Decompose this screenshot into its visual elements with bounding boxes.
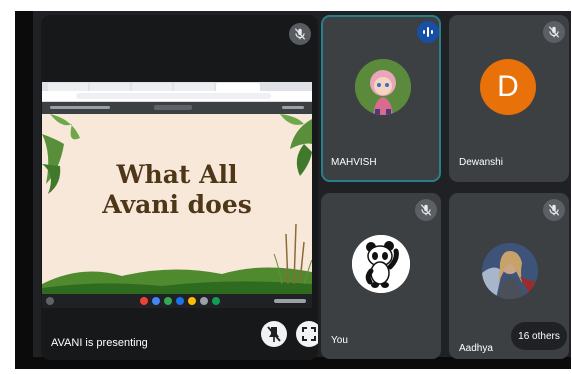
participant-tile-mahvish[interactable]: MAHVISH (321, 15, 441, 182)
audio-wave-icon (417, 21, 439, 43)
left-edge (15, 11, 33, 369)
participant-tile-dewanshi[interactable]: D Dewanshi (449, 15, 569, 182)
participant-name: You (331, 335, 348, 346)
mic-off-icon (543, 199, 565, 221)
avatar (352, 235, 410, 293)
meeting-grid: What All Avani does AVANI is presenting (15, 11, 571, 369)
fullscreen-button[interactable] (296, 321, 318, 347)
avatar (355, 59, 411, 115)
avatar-letter: D (497, 70, 519, 103)
avatar: D (480, 59, 536, 115)
screenshot: What All Avani does AVANI is presenting (0, 0, 572, 374)
pdf-toolbar (42, 102, 312, 114)
fullscreen-icon (302, 327, 316, 341)
others-count-button[interactable]: 16 others (511, 322, 567, 350)
mic-off-icon (415, 199, 437, 221)
participant-tile-you[interactable]: You (321, 193, 441, 359)
unpin-button[interactable] (261, 321, 287, 347)
system-tray (274, 299, 306, 303)
slide-title: What All Avani does (102, 160, 252, 219)
mic-off-icon (543, 21, 565, 43)
pin-off-icon (267, 326, 281, 342)
participant-name: Aadhya (459, 343, 493, 354)
browser-tabs (42, 82, 312, 91)
presenter-label: AVANI is presenting (51, 337, 148, 349)
slide: What All Avani does (42, 114, 312, 294)
participant-name: MAHVISH (331, 157, 377, 168)
presentation-tile[interactable]: What All Avani does AVANI is presenting (41, 15, 318, 360)
avatar (482, 243, 538, 299)
mic-off-icon (289, 23, 311, 45)
participant-name: Dewanshi (459, 157, 503, 168)
shared-screen: What All Avani does (42, 82, 312, 308)
address-bar (42, 91, 312, 102)
os-taskbar (42, 294, 312, 308)
launcher-icon (46, 297, 54, 305)
